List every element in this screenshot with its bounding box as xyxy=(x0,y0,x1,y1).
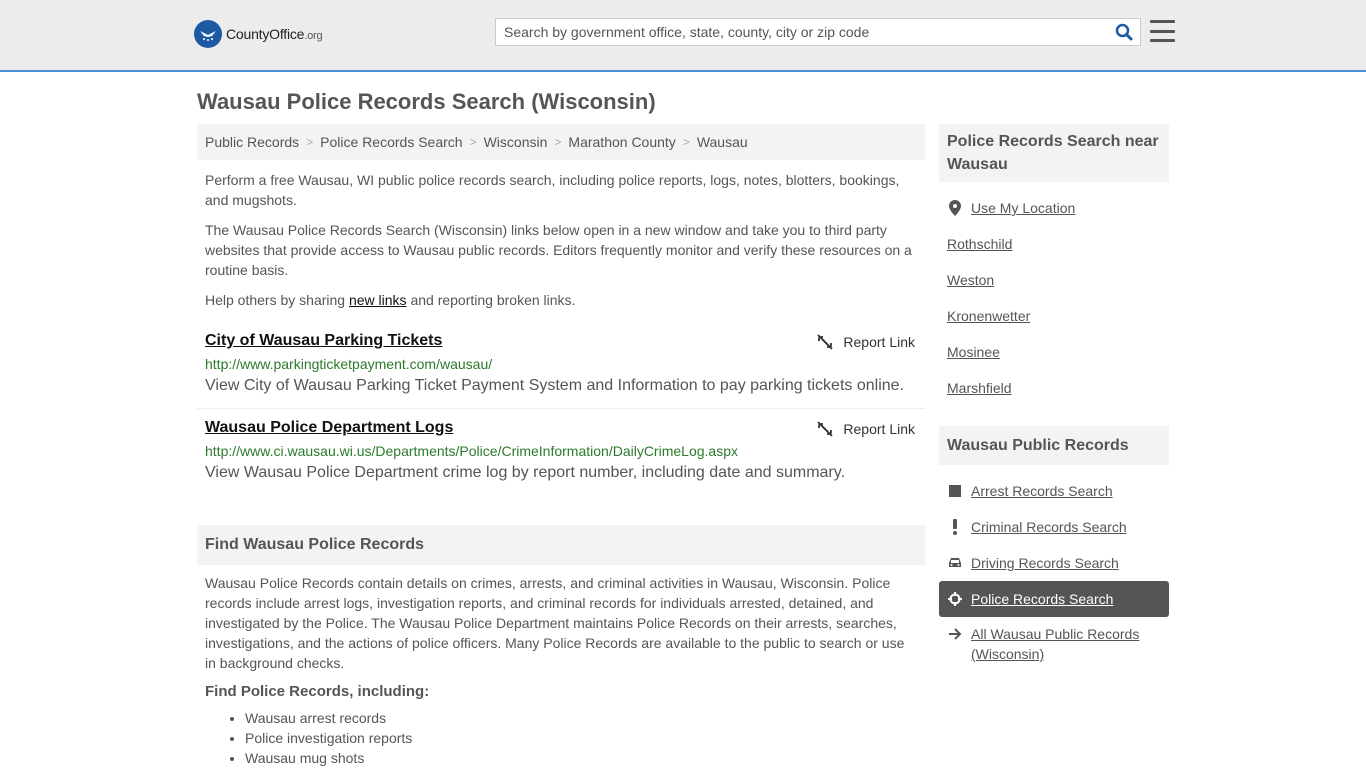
breadcrumb-separator-icon: > xyxy=(306,135,314,149)
resource-link-item: Wausau Police Department Logs Report Lin… xyxy=(197,419,925,483)
new-links-link[interactable]: new links xyxy=(349,292,407,308)
list-item: Police investigation reports xyxy=(245,728,925,748)
search-input[interactable] xyxy=(496,19,1108,45)
breadcrumb-wausau[interactable]: Wausau xyxy=(697,134,748,150)
site-header: CountyOffice.org xyxy=(0,0,1366,72)
logo-eagle-icon xyxy=(194,20,222,48)
report-link-button[interactable]: Report Link xyxy=(817,421,915,437)
breadcrumb: Public Records > Police Records Search >… xyxy=(197,124,925,160)
find-records-subheading: Find Police Records, including: xyxy=(205,683,430,700)
report-link-button[interactable]: Report Link xyxy=(817,334,915,350)
resource-link-url[interactable]: http://www.ci.wausau.wi.us/Departments/P… xyxy=(205,443,917,459)
page-title: Wausau Police Records Search (Wisconsin) xyxy=(197,89,656,114)
intro-paragraph: Perform a free Wausau, WI public police … xyxy=(205,172,900,208)
car-icon xyxy=(947,553,963,573)
find-records-body: Wausau Police Records contain details on… xyxy=(205,575,905,671)
resource-link-url[interactable]: http://www.parkingticketpayment.com/waus… xyxy=(205,356,917,372)
disclaimer-paragraph: The Wausau Police Records Search (Wiscon… xyxy=(205,222,912,278)
broken-link-icon xyxy=(817,421,834,437)
breadcrumb-public-records[interactable]: Public Records xyxy=(205,134,299,150)
breadcrumb-police-records-search[interactable]: Police Records Search xyxy=(320,134,462,150)
resource-link-item: City of Wausau Parking Tickets Report Li… xyxy=(197,332,925,409)
use-my-location-item[interactable]: Use My Location xyxy=(939,190,1169,226)
find-records-list: Wausau arrest records Police investigati… xyxy=(197,708,925,768)
broken-link-icon xyxy=(817,334,834,350)
nearby-city-weston[interactable]: Weston xyxy=(939,262,1169,298)
sidebar: Police Records Search near Wausau Use My… xyxy=(939,124,1169,664)
all-public-records-item[interactable]: All Wausau Public Records (Wisconsin) xyxy=(939,617,1169,664)
breadcrumb-wisconsin[interactable]: Wisconsin xyxy=(484,134,548,150)
breadcrumb-separator-icon: > xyxy=(682,135,690,149)
search-icon xyxy=(1115,23,1133,41)
square-icon xyxy=(947,481,963,501)
map-marker-icon xyxy=(947,198,963,218)
exclamation-icon xyxy=(947,517,963,537)
main-content: Public Records > Police Records Search >… xyxy=(197,124,925,768)
driving-records-item[interactable]: Driving Records Search xyxy=(939,545,1169,581)
nearby-list: Use My Location Rothschild Weston Kronen… xyxy=(939,190,1169,406)
breadcrumb-separator-icon: > xyxy=(554,135,562,149)
list-item: Wausau arrest records xyxy=(245,708,925,728)
resource-link-title[interactable]: Wausau Police Department Logs xyxy=(205,419,453,437)
nearby-city-marshfield[interactable]: Marshfield xyxy=(939,370,1169,406)
search-bar xyxy=(495,18,1141,46)
resource-link-description: View Wausau Police Department crime log … xyxy=(205,464,846,481)
nearby-city-rothschild[interactable]: Rothschild xyxy=(939,226,1169,262)
public-records-list: Arrest Records Search Criminal Records S… xyxy=(939,473,1169,664)
find-records-heading: Find Wausau Police Records xyxy=(197,525,925,565)
nearby-heading: Police Records Search near Wausau xyxy=(939,124,1169,182)
criminal-records-item[interactable]: Criminal Records Search xyxy=(939,509,1169,545)
public-records-heading: Wausau Public Records xyxy=(939,426,1169,465)
nearby-city-kronenwetter[interactable]: Kronenwetter xyxy=(939,298,1169,334)
police-records-item[interactable]: Police Records Search xyxy=(939,581,1169,617)
search-button[interactable] xyxy=(1108,19,1140,45)
breadcrumb-separator-icon: > xyxy=(469,135,477,149)
share-paragraph: Help others by sharing new links and rep… xyxy=(205,292,576,308)
breadcrumb-marathon-county[interactable]: Marathon County xyxy=(568,134,675,150)
site-logo[interactable]: CountyOffice.org xyxy=(194,20,323,48)
nearby-city-mosinee[interactable]: Mosinee xyxy=(939,334,1169,370)
resource-link-title[interactable]: City of Wausau Parking Tickets xyxy=(205,332,442,350)
resource-link-description: View City of Wausau Parking Ticket Payme… xyxy=(205,377,904,394)
list-item: Wausau mug shots xyxy=(245,748,925,768)
crosshair-icon xyxy=(947,589,963,609)
logo-text: CountyOffice.org xyxy=(226,26,323,42)
arrest-records-item[interactable]: Arrest Records Search xyxy=(939,473,1169,509)
hamburger-menu-icon[interactable] xyxy=(1150,19,1175,43)
